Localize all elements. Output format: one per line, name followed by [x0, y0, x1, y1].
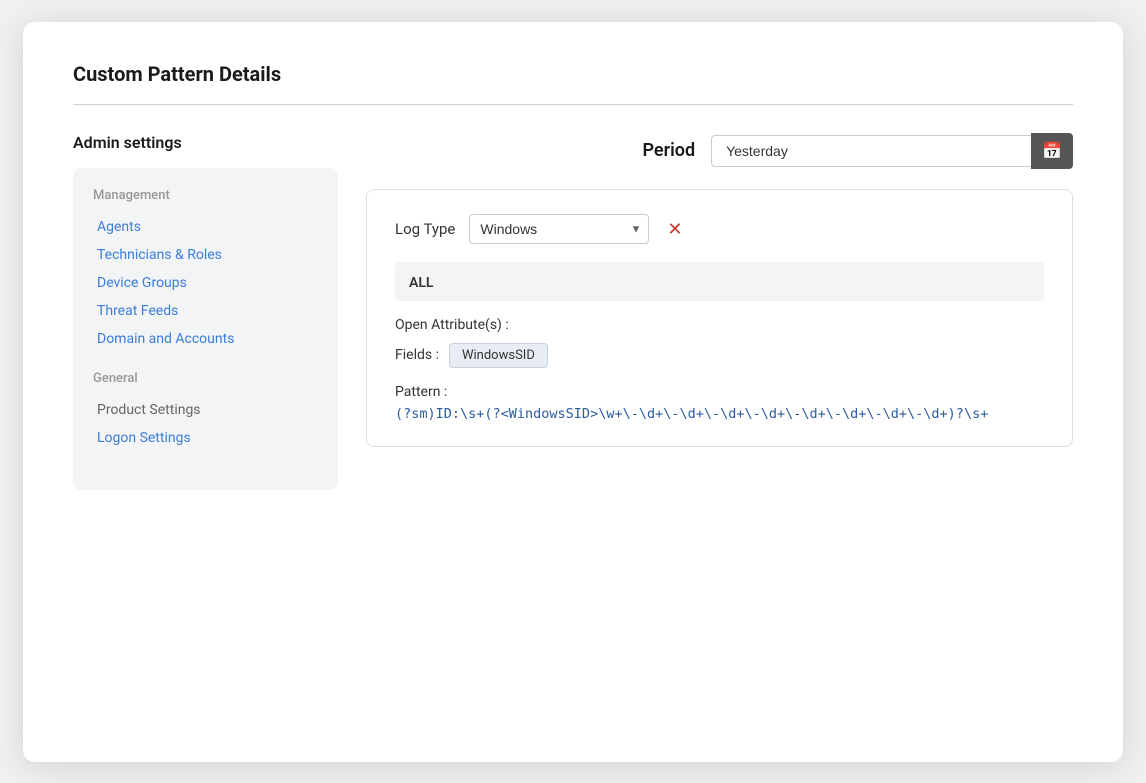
- period-input[interactable]: [711, 135, 1031, 167]
- log-type-select[interactable]: Windows: [469, 214, 649, 244]
- clear-button[interactable]: ✕: [663, 218, 686, 240]
- sidebar-item-domain-accounts[interactable]: Domain and Accounts: [89, 325, 322, 353]
- fields-label: Fields :: [395, 347, 439, 363]
- pattern-label: Pattern :: [395, 384, 447, 400]
- all-badge-row: ALL: [395, 262, 1044, 301]
- all-badge: ALL: [409, 275, 433, 291]
- period-input-wrap: 📅: [711, 133, 1073, 169]
- log-type-label: Log Type: [395, 220, 455, 238]
- general-section: General Product Settings Logon Settings: [89, 371, 322, 452]
- open-attributes-label: Open Attribute(s) :: [395, 317, 509, 333]
- calendar-button[interactable]: 📅: [1031, 133, 1073, 169]
- general-label: General: [89, 371, 322, 386]
- main-area: Period 📅 Log Type Windows: [366, 133, 1073, 447]
- main-card: Log Type Windows ✕ ALL Open Attribute(s)…: [366, 189, 1073, 447]
- field-tag: WindowsSID: [449, 343, 548, 368]
- log-type-select-wrapper: Windows: [469, 214, 649, 244]
- management-label: Management: [89, 188, 322, 203]
- page-title: Custom Pattern Details: [73, 62, 1073, 86]
- management-section: Management Agents Technicians & Roles De…: [89, 188, 322, 353]
- sidebar-item-threat-feeds[interactable]: Threat Feeds: [89, 297, 322, 325]
- left-column: Admin settings Management Agents Technic…: [73, 133, 338, 490]
- period-label: Period: [642, 140, 695, 161]
- sidebar: Management Agents Technicians & Roles De…: [73, 168, 338, 490]
- divider: [73, 104, 1073, 105]
- content-layout: Admin settings Management Agents Technic…: [73, 133, 1073, 490]
- sidebar-item-agents[interactable]: Agents: [89, 213, 322, 241]
- fields-row: Fields : WindowsSID: [395, 343, 1044, 368]
- main-window: Custom Pattern Details Admin settings Ma…: [23, 22, 1123, 762]
- top-bar: Period 📅: [366, 133, 1073, 169]
- sidebar-item-device-groups[interactable]: Device Groups: [89, 269, 322, 297]
- admin-settings-label: Admin settings: [73, 133, 338, 152]
- sidebar-item-product-settings: Product Settings: [89, 396, 322, 424]
- log-type-row: Log Type Windows ✕: [395, 214, 1044, 244]
- pattern-row: Pattern : (?sm)ID:\s+(?<WindowsSID>\w+\-…: [395, 384, 1044, 422]
- sidebar-item-logon-settings[interactable]: Logon Settings: [89, 424, 322, 452]
- pattern-value: (?sm)ID:\s+(?<WindowsSID>\w+\-\d+\-\d+\-…: [395, 406, 988, 422]
- sidebar-item-technicians[interactable]: Technicians & Roles: [89, 241, 322, 269]
- attributes-row: Open Attribute(s) :: [395, 317, 1044, 333]
- calendar-icon: 📅: [1042, 141, 1062, 161]
